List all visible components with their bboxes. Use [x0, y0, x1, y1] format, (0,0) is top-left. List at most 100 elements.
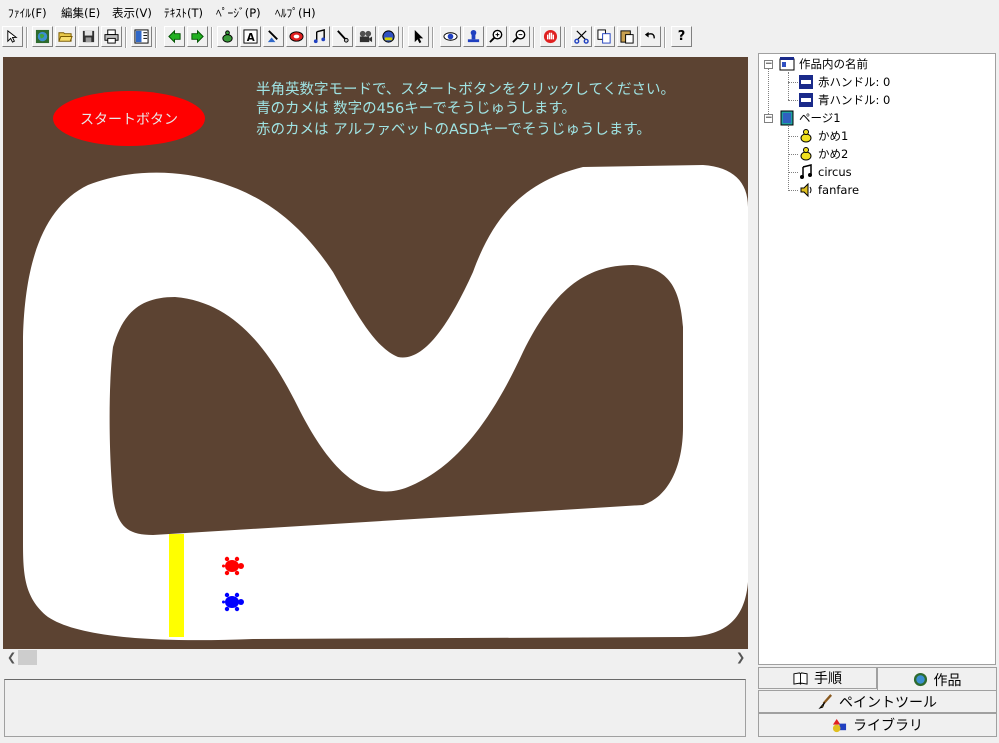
prev-page-button[interactable]: [164, 26, 185, 47]
music-icon: [313, 29, 326, 44]
menu-bar: ﾌｧｲﾙ(F) 編集(E) 表示(V) ﾃｷｽﾄ(T) ﾍﾟｰｼﾞ(P) ﾍﾙﾌ…: [0, 0, 999, 24]
tree-item-fanfare[interactable]: fanfare: [798, 182, 859, 198]
next-page-icon: [191, 29, 204, 44]
layout-button[interactable]: [131, 26, 152, 47]
toolbar-separator: [564, 27, 566, 48]
tab-procedure[interactable]: 手順: [758, 667, 877, 689]
tree-variable-blue[interactable]: 青ハンドル: 0: [798, 92, 890, 108]
zoom-in-icon: [489, 29, 503, 43]
scroll-right-icon[interactable]: ❯: [736, 651, 745, 664]
red-turtle[interactable]: [221, 555, 245, 577]
music-button[interactable]: [309, 26, 330, 47]
toolbar-separator: [155, 27, 157, 48]
tree-collapse-page[interactable]: −: [764, 114, 773, 123]
cut-button[interactable]: [571, 26, 592, 47]
pointer-icon: [7, 29, 18, 43]
zoom-out-icon: [512, 29, 526, 43]
stage-canvas[interactable]: スタートボタン 半角英数字モードで、スタートボタンをクリックしてください。 青の…: [3, 57, 748, 649]
tree-item-circus[interactable]: circus: [798, 164, 852, 180]
tab-library[interactable]: ライブラリ: [758, 713, 997, 737]
brush-icon: [818, 694, 833, 709]
tree-page-node[interactable]: ページ1: [779, 110, 841, 126]
tree-item-turtle1[interactable]: かめ1: [798, 128, 848, 144]
button-tool-button[interactable]: [286, 26, 307, 47]
text-button[interactable]: A: [240, 26, 261, 47]
page-icon: [779, 110, 795, 126]
stamp-button[interactable]: [463, 26, 484, 47]
view-button[interactable]: [440, 26, 461, 47]
copy-icon: [597, 29, 611, 44]
toolbar-separator: [533, 27, 535, 48]
message-area[interactable]: [4, 679, 746, 737]
copy-button[interactable]: [594, 26, 615, 47]
print-icon: [104, 29, 119, 44]
paste-button[interactable]: [617, 26, 638, 47]
pen-icon: [337, 30, 349, 43]
next-page-button[interactable]: [187, 26, 208, 47]
toolbar-separator: [125, 27, 127, 48]
tree-item-turtle2[interactable]: かめ2: [798, 146, 848, 162]
stop-button[interactable]: [540, 26, 561, 47]
save-icon: [82, 30, 95, 43]
menu-page[interactable]: ﾍﾟｰｼﾞ(P): [216, 5, 261, 21]
menu-file[interactable]: ﾌｧｲﾙ(F): [8, 5, 47, 21]
paint-button[interactable]: [263, 26, 284, 47]
shapes-icon: [832, 718, 847, 732]
sound-icon: [382, 30, 395, 43]
start-button[interactable]: スタートボタン: [53, 91, 205, 146]
goal-line: [169, 534, 184, 637]
movie-icon: [359, 30, 373, 43]
layout-icon: [134, 29, 149, 44]
globe-button[interactable]: [32, 26, 53, 47]
tree-connector: [788, 72, 789, 100]
tree-root-node[interactable]: 作品内の名前: [779, 56, 868, 72]
tree-connector: [788, 190, 798, 191]
undo-button[interactable]: [640, 26, 661, 47]
object-tree-panel: − 作品内の名前 赤ハンドル: 0 青ハンドル: 0 − ページ1 かめ1 かめ…: [758, 53, 996, 665]
save-button[interactable]: [78, 26, 99, 47]
paste-icon: [620, 30, 634, 44]
turtle-icon: [798, 146, 814, 162]
blue-turtle[interactable]: [221, 591, 245, 613]
menu-help[interactable]: ﾍﾙﾌﾟ(H): [275, 5, 316, 21]
open-folder-icon: [58, 32, 73, 42]
text-icon: A: [243, 29, 258, 44]
menu-text[interactable]: ﾃｷｽﾄ(T): [164, 5, 203, 21]
turtle-icon: [222, 30, 233, 43]
tab-paint-tool[interactable]: ペイントツール: [758, 690, 997, 713]
pointer-tool-button[interactable]: [2, 26, 23, 47]
tree-collapse-root[interactable]: −: [764, 60, 773, 69]
toolbar: A ?: [0, 25, 999, 52]
tree-connector: [788, 172, 798, 173]
globe-icon: [913, 672, 927, 687]
scroll-left-icon[interactable]: ❮: [7, 651, 16, 664]
turtle-icon: [798, 128, 814, 144]
tab-work[interactable]: 作品: [877, 667, 997, 691]
turtle-button[interactable]: [217, 26, 238, 47]
help-button[interactable]: ?: [671, 26, 692, 47]
horizontal-scrollbar[interactable]: ❮ ❯: [3, 649, 748, 666]
menu-edit[interactable]: 編集(E): [61, 5, 100, 21]
variable-icon: [798, 74, 814, 90]
sound-button[interactable]: [378, 26, 399, 47]
speaker-icon: [798, 182, 814, 198]
zoom-out-button[interactable]: [509, 26, 530, 47]
book-icon: [793, 671, 808, 685]
cut-icon: [574, 30, 589, 44]
work-icon: [779, 56, 795, 72]
paint-icon: [267, 30, 278, 43]
open-button[interactable]: [55, 26, 76, 47]
zoom-in-button[interactable]: [486, 26, 507, 47]
instruction-line-1: 半角英数字モードで、スタートボタンをクリックしてください。: [256, 82, 676, 98]
globe-icon: [35, 29, 50, 44]
menu-view[interactable]: 表示(V): [112, 5, 152, 21]
movie-button[interactable]: [355, 26, 376, 47]
scrollbar-thumb[interactable]: [18, 650, 37, 665]
print-button[interactable]: [101, 26, 122, 47]
turtle-icon: [222, 556, 244, 576]
tree-variable-red[interactable]: 赤ハンドル: 0: [798, 74, 890, 90]
eye-icon: [443, 32, 458, 41]
help-icon: ?: [677, 29, 686, 44]
select-button[interactable]: [408, 26, 429, 47]
pen-button[interactable]: [332, 26, 353, 47]
